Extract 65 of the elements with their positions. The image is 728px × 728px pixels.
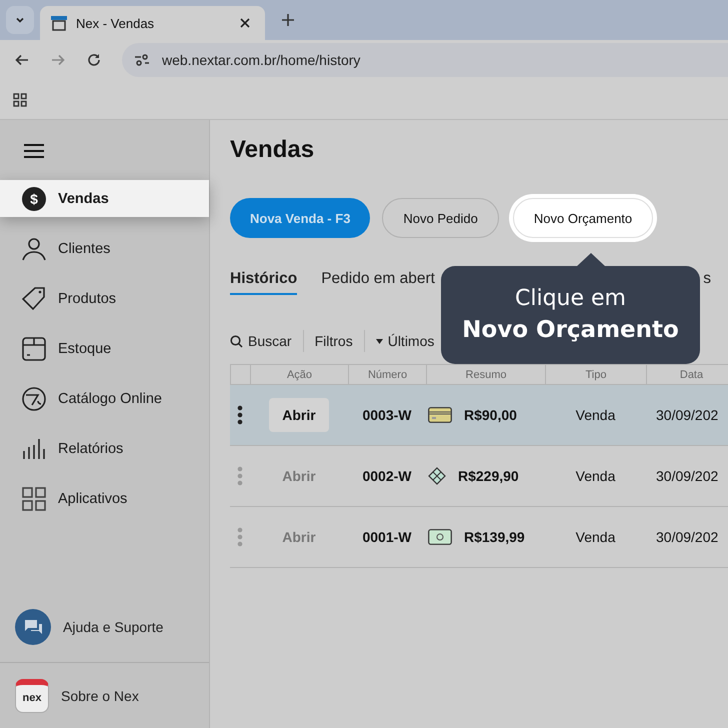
- column-header: Resumo: [466, 368, 506, 380]
- sidebar-item[interactable]: Clientes: [0, 230, 209, 267]
- order-number: 0003-W: [362, 407, 412, 423]
- sale-date: 30/09/202: [655, 529, 718, 545]
- box-icon: [22, 336, 46, 360]
- order-number: 0002-W: [362, 468, 412, 484]
- dollar-icon: $: [22, 186, 46, 210]
- sidebar-item[interactable]: Produtos: [0, 280, 209, 317]
- site-settings-icon: [134, 53, 150, 67]
- help-link[interactable]: Ajuda e Suporte: [0, 592, 209, 662]
- banknote-icon: [428, 529, 452, 545]
- reload-icon[interactable]: [86, 52, 102, 68]
- address-bar[interactable]: web.nextar.com.br/home/history: [122, 43, 728, 77]
- sale-type: Venda: [576, 529, 616, 545]
- caret-icon: [376, 338, 383, 344]
- sidebar-item[interactable]: $ Vendas: [0, 180, 209, 217]
- column-header: Tipo: [586, 368, 606, 380]
- page-title: Vendas: [230, 136, 316, 164]
- sidebar-item[interactable]: Catálogo Online: [0, 380, 209, 417]
- sale-total: R$139,99: [464, 529, 525, 545]
- sidebar-item[interactable]: Aplicativos: [0, 480, 209, 517]
- column-header: Ação: [286, 368, 312, 380]
- close-icon[interactable]: [239, 17, 251, 29]
- sale-total: R$90,00: [464, 407, 517, 423]
- tab-title: Nex - Vendas: [76, 16, 156, 30]
- apps-grid-icon[interactable]: [13, 92, 27, 106]
- column-header: Data: [680, 368, 704, 380]
- tag-icon: [22, 286, 46, 310]
- more-options-icon[interactable]: [237, 405, 243, 425]
- grid-icon: [22, 486, 46, 510]
- action-button[interactable]: Novo Pedido: [382, 198, 499, 238]
- column-header: Número: [368, 368, 408, 380]
- bar-chart-icon: [22, 436, 46, 460]
- storefront-icon: [50, 15, 68, 31]
- table-row[interactable]: Abrir 0003-W R$90,00 Venda 30/09/202: [230, 385, 728, 446]
- sidebar-item[interactable]: Relatórios: [0, 430, 209, 467]
- filters-button[interactable]: Filtros: [314, 333, 353, 349]
- tab[interactable]: Histórico: [230, 270, 298, 295]
- tab[interactable]: Pedido em abert: [321, 270, 435, 295]
- open-button[interactable]: Abrir: [269, 398, 329, 432]
- sale-type: Venda: [576, 468, 616, 484]
- new-tab-icon[interactable]: [281, 13, 295, 27]
- sale-total: R$229,90: [458, 468, 519, 484]
- back-icon[interactable]: [14, 52, 30, 68]
- sale-type: Venda: [576, 407, 616, 423]
- url-text: web.nextar.com.br/home/history: [162, 52, 360, 68]
- browser-tab[interactable]: Nex - Vendas: [40, 6, 265, 40]
- chat-icon: [15, 609, 51, 645]
- search-button[interactable]: Buscar: [230, 333, 292, 349]
- about-link[interactable]: nex Sobre o Nex: [0, 662, 209, 728]
- tooltip-text: Novo Orçamento: [462, 316, 679, 345]
- app-logo: nex: [15, 678, 49, 712]
- tooltip-text: Clique em: [515, 285, 626, 313]
- catalog-icon: [22, 386, 46, 410]
- person-icon: [22, 236, 46, 260]
- tab[interactable]: s: [703, 270, 711, 295]
- diamond-icon: [428, 467, 446, 485]
- period-dropdown[interactable]: Últimos: [376, 333, 434, 349]
- card-icon: [428, 407, 452, 423]
- sale-date: 30/09/202: [655, 407, 718, 423]
- menu-icon[interactable]: [24, 143, 44, 159]
- order-number: 0001-W: [362, 529, 412, 545]
- sale-date: 30/09/202: [655, 468, 718, 484]
- search-icon: [230, 334, 243, 348]
- sidebar-item[interactable]: Estoque: [0, 330, 209, 367]
